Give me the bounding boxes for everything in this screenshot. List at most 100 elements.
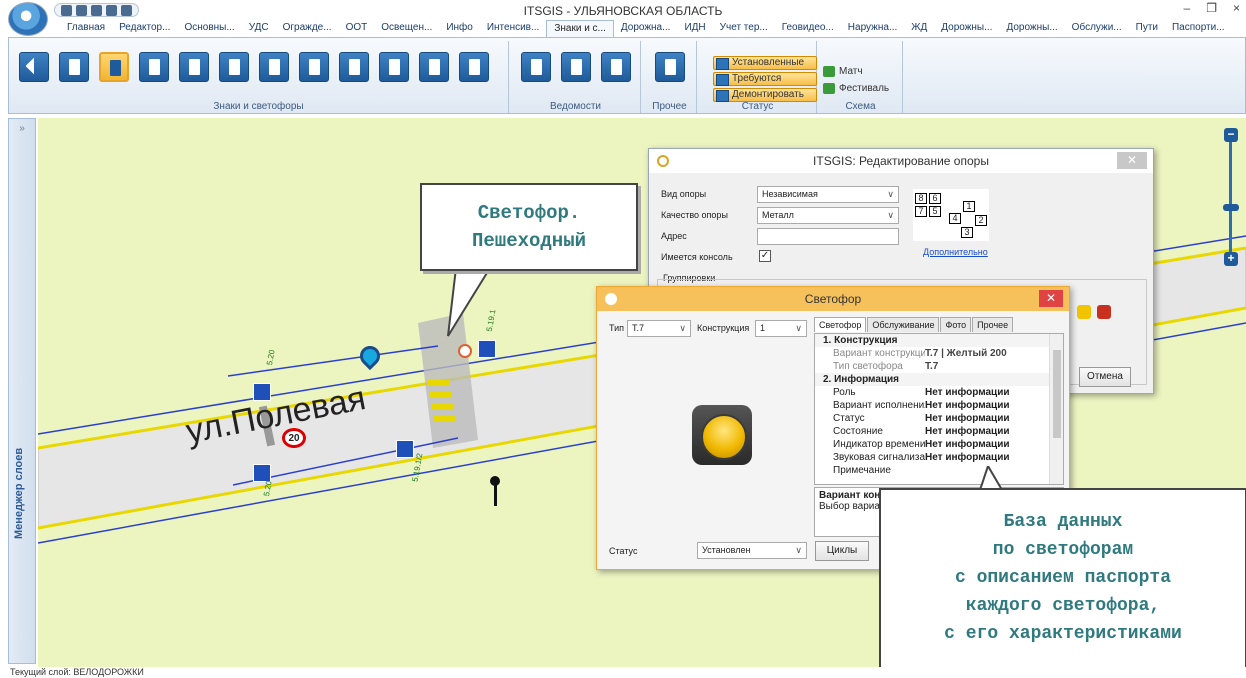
scheme-match-button[interactable]: Матч [823, 66, 863, 77]
ribbon-tab[interactable]: Учет тер... [713, 20, 775, 37]
tab-service[interactable]: Обслуживание [867, 317, 940, 332]
ribbon-tab[interactable]: Обслужи... [1065, 20, 1129, 37]
console-checkbox[interactable]: ✓ [759, 250, 771, 262]
grid-row[interactable]: Статус Нет информации [815, 412, 1063, 425]
status-select[interactable]: Установлен [697, 542, 807, 559]
construction-select[interactable]: 1 [755, 320, 807, 337]
grid-value: Нет информации [925, 452, 1010, 463]
ribbon-tab[interactable]: Инфо [439, 20, 480, 37]
title-bar: ITSGIS - УЛЬЯНОВСКАЯ ОБЛАСТЬ – ❐ × [0, 0, 1246, 20]
group-scheme: Схема [819, 41, 903, 113]
zoom-in-button[interactable]: + [1224, 252, 1238, 266]
callout-line: каждого светофора, [965, 596, 1161, 616]
statement-import-button[interactable] [561, 52, 591, 82]
status-installed-button[interactable]: Установленные [713, 56, 817, 70]
restore-button[interactable]: ❐ [1206, 1, 1217, 15]
ribbon-tab[interactable]: Основны... [177, 20, 241, 37]
report-icon[interactable] [1097, 305, 1111, 319]
status-dismantle-button[interactable]: Демонтировать [713, 88, 817, 102]
grid-value: Нет информации [925, 413, 1010, 424]
ribbon-tab[interactable]: Интенсив... [480, 20, 547, 37]
ribbon-tab[interactable]: ЖД [904, 20, 934, 37]
ribbon-tab[interactable]: Паспорти... [1165, 20, 1232, 37]
callout-database: База данных по светофорам с описанием па… [879, 488, 1246, 671]
ribbon-tab[interactable]: Знаки и с... [546, 20, 614, 37]
close-button[interactable]: × [1233, 1, 1240, 15]
ribbon-tab[interactable]: Освещен... [374, 20, 439, 37]
close-button[interactable]: ✕ [1039, 290, 1063, 307]
add-support-button[interactable] [59, 52, 89, 82]
tab-photo[interactable]: Фото [940, 317, 972, 332]
ribbon-tab[interactable]: Дорожны... [999, 20, 1064, 37]
grid-row[interactable]: Вариант исполнения Нет информации [815, 399, 1063, 412]
zoom-slider-thumb[interactable] [1223, 204, 1239, 211]
grid-row[interactable]: Звуковая сигнализацияНет информации [815, 451, 1063, 464]
grid-scrollbar[interactable] [1049, 334, 1063, 484]
address-input[interactable] [757, 228, 899, 245]
group-other: Прочее [643, 41, 697, 113]
ribbon-tab[interactable]: Пути [1129, 20, 1165, 37]
sign-layers-button[interactable] [459, 52, 489, 82]
grid-row[interactable]: Тип светофора Т.7 [815, 360, 1063, 373]
grid-key: Вариант конструкции [833, 348, 925, 359]
sign-rotate-button[interactable] [339, 52, 369, 82]
grid-row[interactable]: Состояние Нет информации [815, 425, 1063, 438]
ribbon-tab[interactable]: Редактор... [112, 20, 177, 37]
markup-grid-button[interactable] [379, 52, 409, 82]
ribbon-tab[interactable]: ООТ [339, 20, 375, 37]
support-quality-select[interactable]: Металл [757, 207, 899, 224]
minimize-button[interactable]: – [1184, 1, 1191, 15]
window-title: ITSGIS - УЛЬЯНОВСКАЯ ОБЛАСТЬ [523, 4, 723, 18]
sign-move-button[interactable] [299, 52, 329, 82]
ribbon: Знаки и светофоры Ведомости Прочее Стату… [8, 37, 1246, 114]
expand-chevron-icon[interactable]: » [9, 123, 35, 134]
road-sign-marker[interactable] [478, 340, 496, 358]
dialog-title: Светофор [804, 292, 862, 306]
support-type-select[interactable]: Независимая [757, 186, 899, 203]
select-tool-button[interactable] [19, 52, 49, 82]
scheme-festival-button[interactable]: Фестиваль [823, 83, 889, 94]
close-button[interactable]: ✕ [1117, 152, 1147, 169]
ribbon-tab[interactable]: Дорожны... [934, 20, 999, 37]
property-grid[interactable]: 1. Конструкция Вариант конструкции Т.7 | Ж… [814, 333, 1064, 485]
grid-category[interactable]: 1. Конструкция [815, 334, 1063, 347]
layer-manager-panel[interactable]: » Менеджер слоев [8, 118, 36, 664]
zoom-out-button[interactable]: − [1224, 128, 1238, 142]
sign-properties-button[interactable] [259, 52, 289, 82]
add-light-button[interactable] [179, 52, 209, 82]
pedestrian-crossing-button[interactable] [655, 52, 685, 82]
grid-row[interactable]: Вариант конструкции Т.7 | Желтый 200 [815, 347, 1063, 360]
window-controls: – ❐ × [1184, 1, 1240, 15]
edit-support-button[interactable] [99, 52, 129, 82]
statement-report-button[interactable] [601, 52, 631, 82]
grid-row[interactable]: Примечание [815, 464, 1063, 477]
remove-sign-button[interactable] [219, 52, 249, 82]
status-required-button[interactable]: Требуются [713, 72, 817, 86]
road-sign-marker[interactable] [253, 383, 271, 401]
folder-icon[interactable] [1077, 305, 1091, 319]
road-sign-marker[interactable] [396, 440, 414, 458]
sign-search-button[interactable] [419, 52, 449, 82]
ribbon-tab[interactable]: ИДН [677, 20, 712, 37]
cycles-button[interactable]: Циклы [815, 541, 869, 561]
statement-list-button[interactable] [521, 52, 551, 82]
application-menu-button[interactable] [8, 2, 48, 36]
speed-limit-sign[interactable]: 20 [282, 428, 306, 448]
type-select[interactable]: Т.7 [627, 320, 691, 337]
ribbon-tab[interactable]: Наружна... [841, 20, 904, 37]
ribbon-tab[interactable]: Огражде... [276, 20, 339, 37]
ribbon-tab[interactable]: УДС [242, 20, 276, 37]
ribbon-tab[interactable]: Геовидео... [775, 20, 841, 37]
ribbon-tab[interactable]: Главная [60, 20, 112, 37]
grid-category[interactable]: 2. Информация [815, 373, 1063, 386]
traffic-light-marker[interactable] [458, 344, 472, 358]
grid-row[interactable]: Роль Нет информации [815, 386, 1063, 399]
more-details-link[interactable]: Дополнительно [923, 247, 988, 257]
tab-other[interactable]: Прочее [972, 317, 1014, 332]
add-sign-button[interactable] [139, 52, 169, 82]
zoom-track[interactable] [1229, 142, 1232, 252]
ribbon-tab[interactable]: Дорожна... [614, 20, 678, 37]
tab-light[interactable]: Светофор [814, 317, 867, 332]
grid-row[interactable]: Индикатор времени Нет информации [815, 438, 1063, 451]
cancel-button[interactable]: Отмена [1079, 367, 1131, 387]
